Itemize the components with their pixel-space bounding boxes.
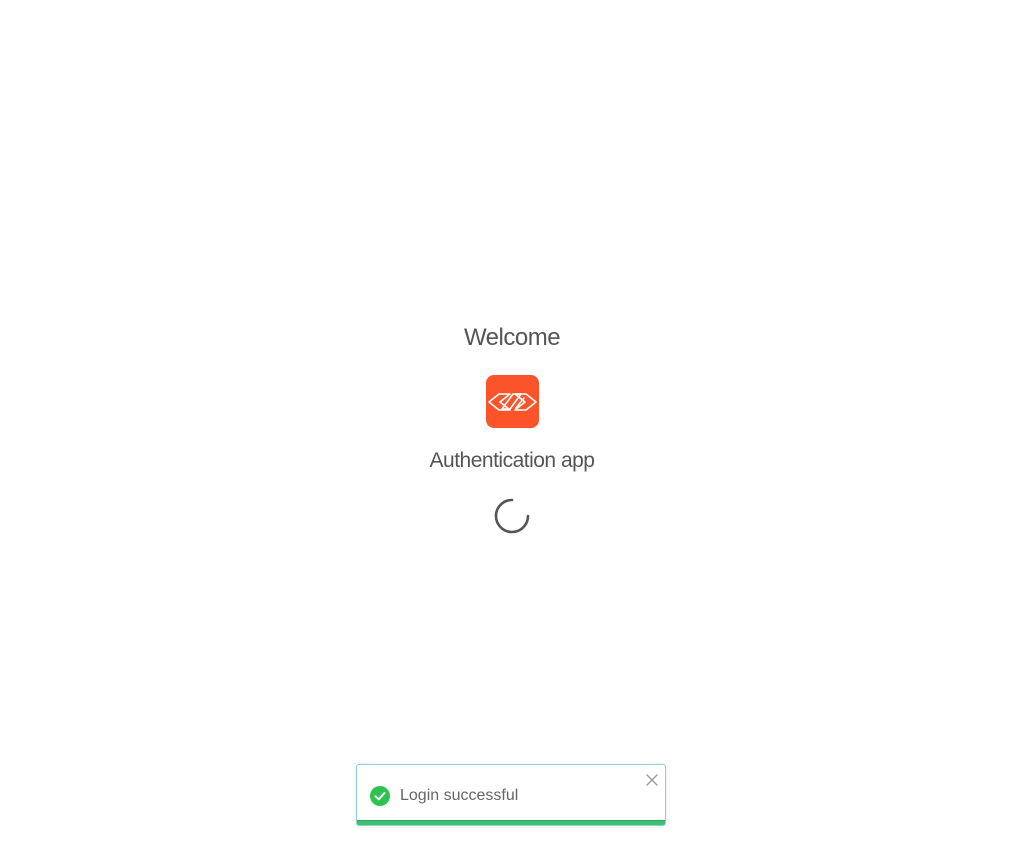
toast-message: Login successful bbox=[400, 787, 519, 804]
check-circle-icon bbox=[370, 786, 390, 806]
loading-spinner-icon bbox=[494, 498, 530, 534]
toast-progress-bar bbox=[357, 820, 665, 825]
login-page: Welcome Authentication app Login success… bbox=[0, 0, 1024, 858]
app-logo-icon bbox=[486, 375, 539, 428]
page-title: Welcome bbox=[463, 324, 561, 351]
close-icon[interactable] bbox=[645, 773, 659, 787]
app-name: Authentication app bbox=[429, 449, 595, 472]
success-toast: Login successful bbox=[356, 764, 666, 826]
